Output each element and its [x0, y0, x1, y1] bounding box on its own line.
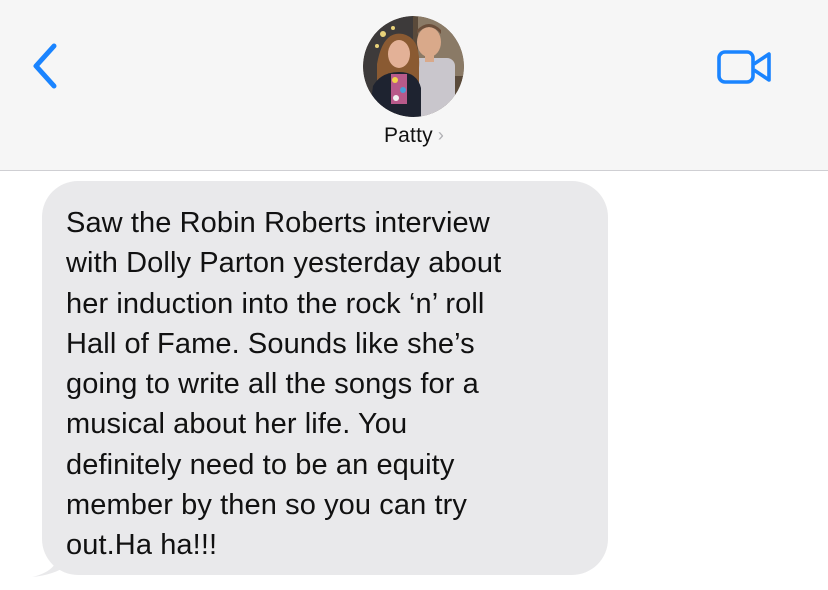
- message-line: her induction into the rock ‘n’ roll: [66, 287, 485, 320]
- avatar-photo: [363, 16, 464, 117]
- message-line: Hall of Fame. Sounds like she’s: [66, 327, 475, 360]
- message-line: Saw the Robin Roberts interview: [66, 207, 490, 239]
- contact-info: Patty ›: [0, 0, 828, 170]
- contact-avatar[interactable]: [363, 16, 464, 117]
- message-bubble[interactable]: Saw the Robin Roberts interview with Dol…: [42, 181, 608, 575]
- chevron-right-icon: ›: [437, 125, 445, 145]
- contact-name: Patty: [383, 124, 433, 147]
- facetime-video-button[interactable]: [716, 48, 774, 86]
- message-line: with Dolly Parton yesterday about: [66, 247, 502, 280]
- video-camera-icon: [717, 50, 771, 84]
- message-line: out.Ha ha!!!: [66, 529, 218, 562]
- contact-name-button[interactable]: Patty ›: [0, 124, 828, 148]
- message-line: member by then so you can try: [66, 489, 468, 522]
- message-line: going to write all the songs for a: [66, 368, 479, 401]
- message-line: definitely need to be an equity: [66, 448, 455, 481]
- incoming-message: Saw the Robin Roberts interview with Dol…: [28, 181, 628, 581]
- conversation-header: Patty ›: [0, 0, 828, 171]
- message-line: musical about her life. You: [66, 408, 408, 441]
